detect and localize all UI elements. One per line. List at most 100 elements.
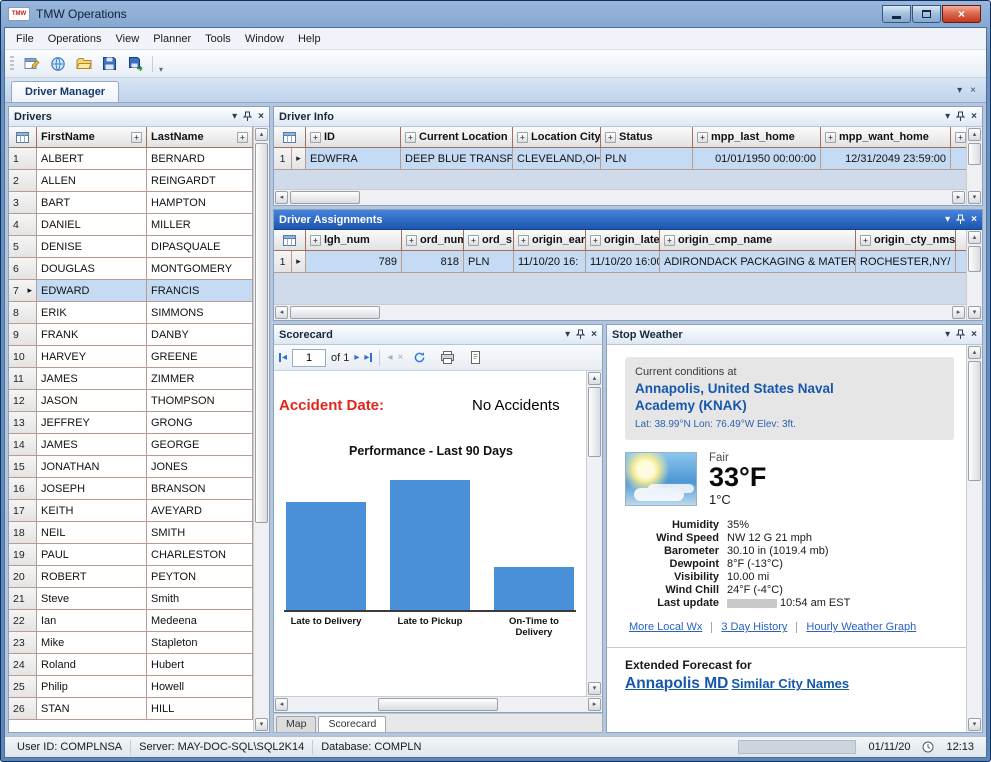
column-header-current-location[interactable]: +Current Location xyxy=(401,127,513,147)
weather-link[interactable]: More Local Wx xyxy=(629,621,702,633)
column-header-lastname[interactable]: LastName + xyxy=(147,127,253,147)
close-button[interactable]: × xyxy=(942,5,981,23)
pin-icon[interactable] xyxy=(576,329,585,340)
column-filter-icon[interactable]: + xyxy=(518,235,529,246)
column-header-ord-num[interactable]: +ord_num xyxy=(402,230,464,250)
driver-row[interactable]: 15JONATHANJONES xyxy=(9,456,253,478)
column-filter-icon[interactable]: + xyxy=(860,235,871,246)
scroll-up-icon[interactable]: ▴ xyxy=(968,231,981,244)
driver-row[interactable]: 2ALLENREINGARDT xyxy=(9,170,253,192)
menu-item-planner[interactable]: Planner xyxy=(146,30,198,48)
toolbar-overflow-button[interactable]: ▾ xyxy=(159,65,163,74)
tab-map[interactable]: Map xyxy=(276,716,316,732)
column-filter-icon[interactable]: + xyxy=(405,132,416,143)
stop-button[interactable]: × xyxy=(397,352,403,363)
column-header-origin-latest[interactable]: +origin_latest xyxy=(586,230,660,250)
driver-row[interactable]: 5DENISEDIPASQUALE xyxy=(9,236,253,258)
driver-row[interactable]: 17KEITHAVEYARD xyxy=(9,500,253,522)
driver-row[interactable]: 3BARTHAMPTON xyxy=(9,192,253,214)
pin-icon[interactable] xyxy=(956,111,965,122)
station-name-link[interactable]: Annapolis, United States Naval Academy (… xyxy=(635,381,880,415)
menu-item-view[interactable]: View xyxy=(109,30,147,48)
driver-assignments-panel-header[interactable]: Driver Assignments ▾ × xyxy=(274,210,982,230)
scroll-thumb[interactable] xyxy=(290,191,360,204)
driver-row[interactable]: 9FRANKDANBY xyxy=(9,324,253,346)
column-filter-icon[interactable]: + xyxy=(697,132,708,143)
scroll-right-icon[interactable]: ▸ xyxy=(588,698,601,711)
column-filter-icon[interactable]: + xyxy=(664,235,675,246)
column-filter-icon[interactable]: + xyxy=(605,132,616,143)
close-icon[interactable]: × xyxy=(591,330,597,340)
column-filter-icon[interactable]: + xyxy=(237,132,248,143)
scroll-up-icon[interactable]: ▴ xyxy=(968,346,981,359)
menu-item-file[interactable]: File xyxy=(9,30,41,48)
scroll-up-icon[interactable]: ▴ xyxy=(588,372,601,385)
scroll-thumb[interactable] xyxy=(968,361,981,481)
report-horizontal-scrollbar[interactable]: ◂ ▸ xyxy=(274,696,602,712)
close-icon[interactable]: × xyxy=(258,112,264,122)
scroll-down-icon[interactable]: ▾ xyxy=(968,718,981,731)
maximize-button[interactable] xyxy=(912,5,941,23)
select-all-cell[interactable] xyxy=(274,127,306,147)
chevron-down-icon[interactable]: ▾ xyxy=(945,215,950,225)
menu-item-tools[interactable]: Tools xyxy=(198,30,238,48)
open-button[interactable] xyxy=(72,53,95,74)
chevron-down-icon[interactable]: ▾ xyxy=(945,112,950,122)
print-button[interactable] xyxy=(436,347,459,368)
last-page-button[interactable]: ▸ xyxy=(364,352,372,363)
select-all-cell[interactable] xyxy=(9,127,37,147)
scroll-down-icon[interactable]: ▾ xyxy=(968,191,981,204)
scroll-thumb[interactable] xyxy=(588,387,601,457)
driver-assignment-row[interactable]: 1 ▸ 789 818 PLN 11/10/20 16: 11/10/20 16… xyxy=(274,251,966,273)
refresh-report-button[interactable] xyxy=(408,347,431,368)
driver-row[interactable]: 12JASONTHOMPSON xyxy=(9,390,253,412)
minimize-button[interactable] xyxy=(882,5,911,23)
drivers-panel-header[interactable]: Drivers ▾ × xyxy=(9,107,269,127)
driver-row[interactable]: 13JEFFREYGRONG xyxy=(9,412,253,434)
drivers-vertical-scrollbar[interactable]: ▴ ▾ xyxy=(253,127,269,732)
export-button[interactable] xyxy=(124,53,147,74)
forecast-city-link[interactable]: Annapolis MD xyxy=(625,675,728,693)
tab-driver-manager[interactable]: Driver Manager xyxy=(11,81,119,102)
column-filter-icon[interactable]: + xyxy=(825,132,836,143)
scroll-thumb[interactable] xyxy=(378,698,498,711)
scroll-up-icon[interactable]: ▴ xyxy=(255,128,268,141)
refresh-button[interactable] xyxy=(46,53,69,74)
driver-info-horizontal-scrollbar[interactable]: ◂ ▸ xyxy=(274,189,966,205)
column-filter-icon[interactable]: + xyxy=(310,235,321,246)
scroll-left-icon[interactable]: ◂ xyxy=(275,306,288,319)
page-layout-button[interactable] xyxy=(464,347,487,368)
driver-row[interactable]: 22IanMedeena xyxy=(9,610,253,632)
column-header-origin-cmp-name[interactable]: +origin_cmp_name xyxy=(660,230,856,250)
report-vertical-scrollbar[interactable]: ▴ ▾ xyxy=(586,371,602,696)
scroll-right-icon[interactable]: ▸ xyxy=(952,306,965,319)
scroll-left-icon[interactable]: ◂ xyxy=(275,191,288,204)
scroll-thumb[interactable] xyxy=(290,306,380,319)
pin-icon[interactable] xyxy=(956,214,965,225)
driver-row[interactable]: 1ALBERTBERNARD xyxy=(9,148,253,170)
column-header-id[interactable]: +ID xyxy=(306,127,401,147)
scroll-down-icon[interactable]: ▾ xyxy=(588,682,601,695)
driver-row[interactable]: 8ERIKSIMMONS xyxy=(9,302,253,324)
chevron-down-icon[interactable]: ▾ xyxy=(945,330,950,340)
driver-row[interactable]: 16JOSEPHBRANSON xyxy=(9,478,253,500)
close-icon[interactable]: × xyxy=(971,215,977,225)
driver-row[interactable]: 24RolandHubert xyxy=(9,654,253,676)
column-header-status[interactable]: +Status xyxy=(601,127,693,147)
select-all-cell[interactable] xyxy=(274,230,306,250)
driver-info-vertical-scrollbar[interactable]: ▴ ▾ xyxy=(966,127,982,205)
scroll-down-icon[interactable]: ▾ xyxy=(255,718,268,731)
column-filter-icon[interactable]: + xyxy=(406,235,417,246)
weather-link[interactable]: 3 Day History xyxy=(721,621,787,633)
column-header-location-city[interactable]: +Location City xyxy=(513,127,601,147)
column-filter-icon[interactable]: + xyxy=(310,132,321,143)
driver-row[interactable]: 14JAMESGEORGE xyxy=(9,434,253,456)
driver-row[interactable]: 18NEILSMITH xyxy=(9,522,253,544)
column-filter-icon[interactable]: + xyxy=(517,132,528,143)
save-button[interactable] xyxy=(98,53,121,74)
column-filter-icon[interactable]: + xyxy=(955,132,966,143)
menu-item-window[interactable]: Window xyxy=(238,30,291,48)
driver-row[interactable]: 7▸EDWARDFRANCIS xyxy=(9,280,253,302)
tab-scorecard[interactable]: Scorecard xyxy=(318,716,386,732)
next-page-button[interactable]: ▸ xyxy=(354,352,359,363)
